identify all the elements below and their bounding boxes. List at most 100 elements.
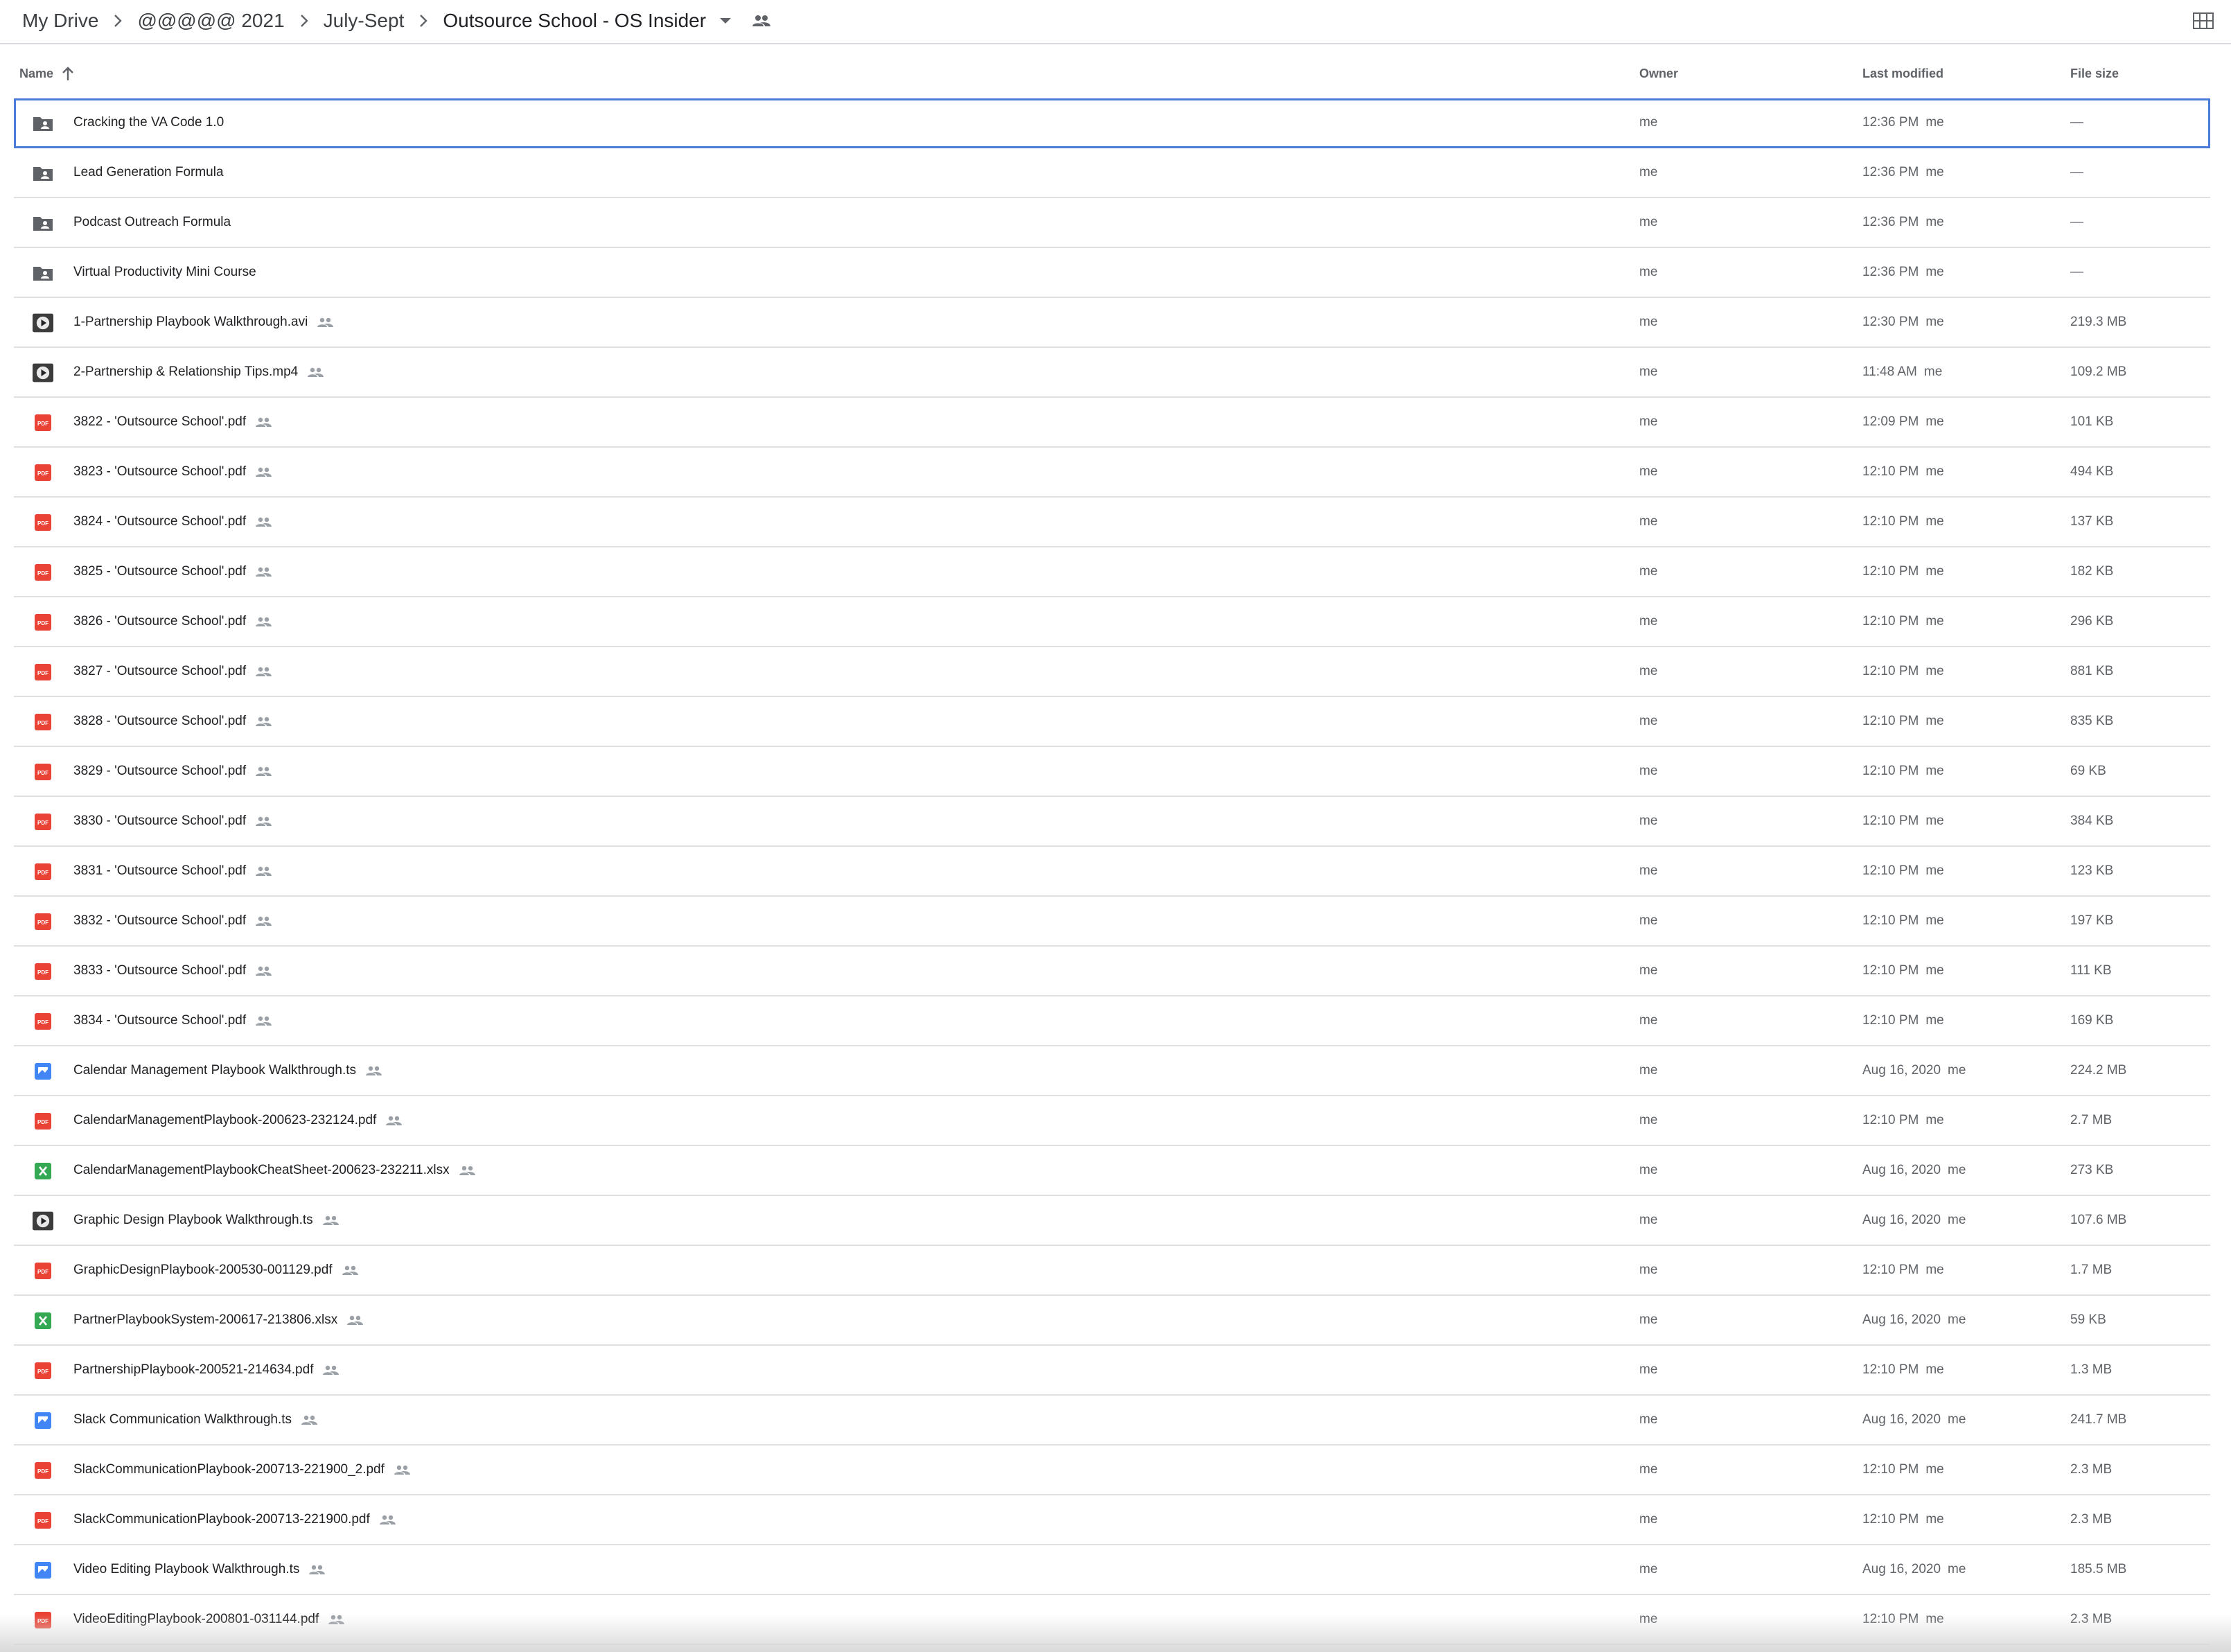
modified-by: me — [1948, 1562, 1966, 1576]
file-name-cell: 3823 - 'Outsource School'.pdf — [73, 448, 272, 496]
shared-icon — [256, 865, 272, 877]
modified-by: me — [1948, 1412, 1966, 1427]
column-header-file-size[interactable]: File size — [2070, 49, 2119, 98]
file-name: Virtual Productivity Mini Course — [73, 265, 256, 279]
file-name: Lead Generation Formula — [73, 165, 224, 179]
file-name-cell: 3826 - 'Outsource School'.pdf — [73, 597, 272, 646]
modified-by: me — [1925, 913, 1944, 928]
file-row[interactable]: PDF 3822 - 'Outsource School'.pdf me 12:09 … — [14, 398, 2210, 448]
file-name: Calendar Management Playbook Walkthrough… — [73, 1063, 357, 1078]
column-header-last-modified[interactable]: Last modified — [1862, 49, 1943, 98]
file-row[interactable]: PDF 3824 - 'Outsource School'.pdf me 12:10 … — [14, 498, 2210, 547]
file-row[interactable]: PDF 3825 - 'Outsource School'.pdf me 12:10 … — [14, 547, 2210, 597]
breadcrumb-my-drive[interactable]: My Drive — [22, 10, 98, 32]
modified-by: me — [1925, 1362, 1944, 1377]
file-row[interactable]: PDF SlackCommunicationPlaybook-200713-221… — [14, 1495, 2210, 1545]
file-row[interactable]: Podcast Outreach Formula me 12:36 PM me — — [14, 198, 2210, 248]
file-row[interactable]: Video Editing Playbook Walkthrough.ts me A… — [14, 1545, 2210, 1595]
file-row[interactable]: 2-Partnership & Relationship Tips.mp4 me 1… — [14, 348, 2210, 398]
last-modified-cell: 12:09 PM me — [1862, 398, 1944, 446]
shared-icon — [308, 367, 324, 378]
svg-text:PDF: PDF — [37, 520, 48, 527]
svg-text:PDF: PDF — [37, 969, 48, 976]
shared-icon — [256, 766, 272, 777]
last-modified-cell: 12:10 PM me — [1862, 1495, 1944, 1544]
file-size-cell: — — [2070, 115, 2083, 130]
file-row[interactable]: PDF GraphicDesignPlaybook-200530-001129.p… — [14, 1246, 2210, 1296]
modified-time: 12:10 PM — [1862, 963, 1919, 978]
owner-cell: me — [1639, 364, 1658, 379]
file-name: 3822 - 'Outsource School'.pdf — [73, 414, 247, 429]
owner-cell: me — [1639, 165, 1658, 179]
video-file-icon — [33, 1560, 53, 1581]
file-size-cell: 101 KB — [2070, 414, 2114, 429]
file-row[interactable]: 1-Partnership Playbook Walkthrough.avi me… — [14, 298, 2210, 348]
file-row[interactable]: PDF CalendarManagementPlaybook-200623-232… — [14, 1096, 2210, 1146]
file-size-cell: 241.7 MB — [2070, 1412, 2127, 1427]
last-modified-cell: 11:48 AM me — [1862, 348, 1942, 396]
shared-icon — [256, 616, 272, 627]
file-row[interactable]: Lead Generation Formula me 12:36 PM me — — [14, 148, 2210, 198]
breadcrumb-july-sept[interactable]: July-Sept — [324, 10, 405, 32]
file-size-cell: 109.2 MB — [2070, 364, 2127, 379]
file-row[interactable]: PDF 3829 - 'Outsource School'.pdf me 12:10 … — [14, 747, 2210, 797]
last-modified-cell: 12:10 PM me — [1862, 1346, 1944, 1394]
chevron-right-icon — [98, 14, 137, 28]
shared-icon — [256, 516, 272, 527]
owner-cell: me — [1639, 714, 1658, 728]
file-name-cell: Lead Generation Formula — [73, 148, 224, 197]
owner-cell: me — [1639, 863, 1658, 878]
column-header-owner[interactable]: Owner — [1639, 49, 1678, 98]
modified-by: me — [1925, 165, 1944, 179]
file-row[interactable]: Cracking the VA Code 1.0 me 12:36 PM me — — [14, 98, 2210, 148]
svg-text:PDF: PDF — [37, 421, 48, 427]
file-row[interactable]: PDF 3828 - 'Outsource School'.pdf me 12:10 … — [14, 697, 2210, 747]
file-row[interactable]: PDF 3832 - 'Outsource School'.pdf me 12:10 … — [14, 897, 2210, 947]
modified-time: 12:10 PM — [1862, 1462, 1919, 1477]
modified-by: me — [1948, 1312, 1966, 1327]
owner-cell: me — [1639, 1362, 1658, 1377]
file-row[interactable]: PDF 3827 - 'Outsource School'.pdf me 12:10 … — [14, 647, 2210, 697]
file-row[interactable]: PartnerPlaybookSystem-200617-213806.xlsx… — [14, 1296, 2210, 1346]
modified-time: 12:10 PM — [1862, 764, 1919, 778]
modified-time: 12:10 PM — [1862, 614, 1919, 629]
modified-time: 12:10 PM — [1862, 564, 1919, 579]
modified-by: me — [1925, 464, 1944, 479]
file-row[interactable]: PDF 3834 - 'Outsource School'.pdf me 12:10 … — [14, 996, 2210, 1046]
file-name-cell: 3827 - 'Outsource School'.pdf — [73, 647, 272, 696]
modified-by: me — [1925, 664, 1944, 678]
file-size-cell: 69 KB — [2070, 764, 2106, 778]
modified-time: Aug 16, 2020 — [1862, 1412, 1941, 1427]
dropdown-arrow-icon[interactable] — [710, 17, 741, 24]
file-row[interactable]: PDF 3831 - 'Outsource School'.pdf me 12:10 … — [14, 847, 2210, 897]
modified-by: me — [1925, 814, 1944, 828]
file-name: Graphic Design Playbook Walkthrough.ts — [73, 1213, 313, 1227]
file-row[interactable]: PDF 3833 - 'Outsource School'.pdf me 12:10 … — [14, 947, 2210, 996]
column-header-row: Name Owner Last modified File size — [14, 49, 2210, 98]
file-row[interactable]: Calendar Management Playbook Walkthrough… — [14, 1046, 2210, 1096]
breadcrumb-2021-folder[interactable]: @@@@@ 2021 — [137, 10, 284, 32]
modified-by: me — [1925, 1013, 1944, 1028]
grid-view-icon[interactable] — [2189, 8, 2217, 33]
file-row[interactable]: PDF PartnershipPlaybook-200521-214634.pdf… — [14, 1346, 2210, 1396]
file-row[interactable]: PDF 3830 - 'Outsource School'.pdf me 12:10 … — [14, 797, 2210, 847]
file-size-cell: 197 KB — [2070, 913, 2114, 928]
file-row[interactable]: Slack Communication Walkthrough.ts me Aug … — [14, 1396, 2210, 1446]
pdf-icon: PDF — [33, 512, 53, 533]
last-modified-cell: 12:10 PM me — [1862, 547, 1944, 596]
file-row[interactable]: PDF 3823 - 'Outsource School'.pdf me 12:10 … — [14, 448, 2210, 498]
file-row[interactable]: PDF SlackCommunicationPlaybook-200713-221… — [14, 1446, 2210, 1495]
file-name: 3830 - 'Outsource School'.pdf — [73, 814, 247, 828]
file-row[interactable]: PDF 3826 - 'Outsource School'.pdf me 12:10 … — [14, 597, 2210, 647]
last-modified-cell: 12:36 PM me — [1862, 198, 1944, 247]
sort-ascending-arrow-icon[interactable] — [62, 66, 74, 81]
breadcrumb-current-folder[interactable]: Outsource School - OS Insider — [443, 10, 706, 32]
column-header-name[interactable]: Name — [19, 49, 74, 98]
file-row[interactable]: CalendarManagementPlaybookCheatSheet-200… — [14, 1146, 2210, 1196]
file-row[interactable]: Virtual Productivity Mini Course me 12:36 … — [14, 248, 2210, 298]
last-modified-cell: 12:10 PM me — [1862, 797, 1944, 845]
pdf-icon: PDF — [33, 762, 53, 782]
file-row[interactable]: Graphic Design Playbook Walkthrough.ts me… — [14, 1196, 2210, 1246]
owner-cell: me — [1639, 514, 1658, 529]
modified-by: me — [1925, 115, 1944, 130]
